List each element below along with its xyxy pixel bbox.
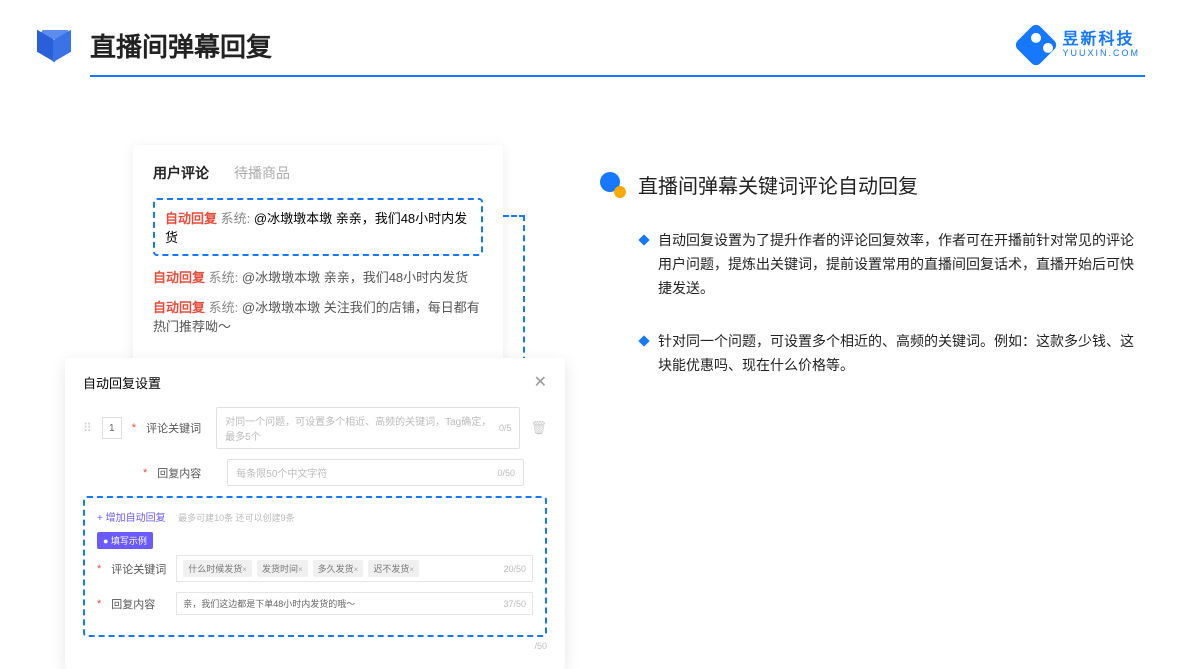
section-title: 直播间弹幕关键词评论自动回复 <box>638 170 918 199</box>
comments-card: 用户评论 待播商品 自动回复 系统: @冰墩墩本墩 亲亲，我们48小时内发货 自… <box>133 145 503 387</box>
content-input[interactable]: 每条限50个中文字符 0/50 <box>227 459 524 486</box>
row-number: 1 <box>102 417 122 439</box>
input-placeholder: 对同一个问题，可设置多个相近、高频的关键词，Tag确定，最多5个 <box>225 413 499 443</box>
comment-tabs: 用户评论 待播商品 <box>153 163 483 183</box>
auto-reply-tag: 自动回复 <box>165 211 217 226</box>
close-icon[interactable]: ✕ <box>534 372 547 392</box>
cube-icon <box>35 25 75 65</box>
description-panel: 直播间弹幕关键词评论自动回复 自动回复设置为了提升作者的评论回复效率，作者可在开… <box>600 170 1140 408</box>
keyword-tag[interactable]: 多久发货× <box>313 560 364 577</box>
reply-line: 自动回复 系统: @冰墩墩本墩 亲亲，我们48小时内发货 <box>153 268 483 288</box>
page-header: 直播间弹幕回复 昱新科技 YUUXIN.COM <box>0 0 1180 75</box>
dialog-title: 自动回复设置 <box>83 373 161 392</box>
char-count: 0/5 <box>499 423 512 433</box>
example-section: + 增加自动回复 最多可建10条 还可以创建9条 ● 填写示例 * 评论关键词 … <box>83 496 547 637</box>
add-reply-link[interactable]: + 增加自动回复 <box>97 513 166 524</box>
keyword-tag[interactable]: 什么时候发货× <box>183 560 252 577</box>
example-row-keyword: * 评论关键词 什么时候发货× 发货时间× 多久发货× 迟不发货× 20/50 <box>97 555 533 582</box>
logo-icon <box>1014 22 1059 67</box>
highlighted-reply: 自动回复 系统: @冰墩墩本墩 亲亲，我们48小时内发货 <box>153 198 483 256</box>
keyword-label: 评论关键词 <box>111 561 166 577</box>
reply-text: @冰墩墩本墩 亲亲，我们48小时内发货 <box>242 270 468 285</box>
logo-text-cn: 昱新科技 <box>1062 31 1140 49</box>
char-count: 20/50 <box>503 564 526 574</box>
settings-dialog: 自动回复设置 ✕ ⠿ 1 * 评论关键词 对同一个问题，可设置多个相近、高频的关… <box>65 358 565 669</box>
example-content-input[interactable]: 亲，我们这边都是下单48小时内发货的哦～ 37/50 <box>176 592 533 615</box>
brand-logo: 昱新科技 YUUXIN.COM <box>1020 29 1140 61</box>
bullet-point: 自动回复设置为了提升作者的评论回复效率，作者可在开播前针对常见的评论用户问题，提… <box>640 229 1140 300</box>
add-hint: 最多可建10条 还可以创建9条 <box>178 513 295 523</box>
header-divider <box>90 75 1145 77</box>
delete-icon[interactable]: 🗑 <box>530 420 547 436</box>
required-icon: * <box>97 563 101 575</box>
char-count: 37/50 <box>503 599 526 609</box>
page-title: 直播间弹幕回复 <box>90 27 272 64</box>
content-label: 回复内容 <box>111 596 166 612</box>
tab-user-comments[interactable]: 用户评论 <box>153 163 209 183</box>
outer-count: /50 <box>83 641 547 651</box>
required-icon: * <box>143 467 147 479</box>
logo-text-en: YUUXIN.COM <box>1062 49 1140 59</box>
system-label: 系统: <box>209 300 239 315</box>
required-icon: * <box>132 422 136 434</box>
bullet-point: 针对同一个问题，可设置多个相近的、高频的关键词。例如：这款多少钱、这块能优惠吗、… <box>640 330 1140 378</box>
keyword-tag[interactable]: 迟不发货× <box>368 560 419 577</box>
bullet-text: 针对同一个问题，可设置多个相近的、高频的关键词。例如：这款多少钱、这块能优惠吗、… <box>658 330 1140 378</box>
form-row-content: * 回复内容 每条限50个中文字符 0/50 <box>83 459 547 486</box>
auto-reply-tag: 自动回复 <box>153 300 205 315</box>
example-content-text: 亲，我们这边都是下单48小时内发货的哦～ <box>183 597 355 610</box>
chat-bubble-icon <box>600 172 626 198</box>
example-row-content: * 回复内容 亲，我们这边都是下单48小时内发货的哦～ 37/50 <box>97 592 533 615</box>
bullet-icon <box>638 234 649 245</box>
keyword-tag[interactable]: 发货时间× <box>257 560 308 577</box>
auto-reply-tag: 自动回复 <box>153 270 205 285</box>
required-icon: * <box>97 598 101 610</box>
bullet-text: 自动回复设置为了提升作者的评论回复效率，作者可在开播前针对常见的评论用户问题，提… <box>658 229 1140 300</box>
bullet-icon <box>638 336 649 347</box>
form-row-keyword: ⠿ 1 * 评论关键词 对同一个问题，可设置多个相近、高频的关键词，Tag确定，… <box>83 407 547 449</box>
keyword-label: 评论关键词 <box>146 420 206 436</box>
example-keyword-input[interactable]: 什么时候发货× 发货时间× 多久发货× 迟不发货× 20/50 <box>176 555 533 582</box>
content-label: 回复内容 <box>157 465 217 481</box>
drag-handle-icon[interactable]: ⠿ <box>83 421 92 435</box>
char-count: 0/50 <box>497 468 515 478</box>
tab-pending-goods[interactable]: 待播商品 <box>234 163 290 183</box>
reply-line: 自动回复 系统: @冰墩墩本墩 关注我们的店铺，每日都有热门推荐呦～ <box>153 298 483 337</box>
example-badge: ● 填写示例 <box>97 532 153 549</box>
input-placeholder: 每条限50个中文字符 <box>236 465 327 480</box>
system-label: 系统: <box>209 270 239 285</box>
keyword-input[interactable]: 对同一个问题，可设置多个相近、高频的关键词，Tag确定，最多5个 0/5 <box>216 407 520 449</box>
system-label: 系统: <box>221 211 251 226</box>
